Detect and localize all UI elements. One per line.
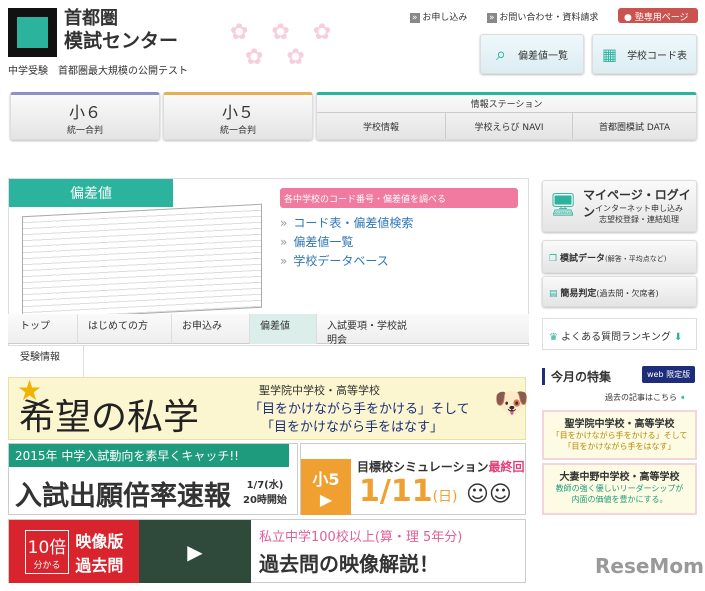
logo-line2: 模試センター <box>64 30 179 52</box>
nav-school-info[interactable]: 学校情報 <box>317 113 446 139</box>
past-articles-link[interactable]: 過去の記事はこちら ➧ <box>605 392 686 403</box>
nav-data[interactable]: 首都圏模試 DATA <box>573 113 696 139</box>
banner-video-past-exams[interactable]: 10倍 分かる 映像版 過去問 ▶ 私立中学100校以上(算・理 5年分) 過去問の… <box>8 519 526 583</box>
tab-apply[interactable]: お申込み <box>172 314 250 344</box>
exam-data-button[interactable]: ❐ 模試データ(解答・平均点など) <box>542 240 697 273</box>
banner-kibou-no-shigaku[interactable]: ★ 希望の私学 聖学院中学校・高等学校 「目をかけながら手をかける」そして 「目… <box>8 374 529 440</box>
banner-simulation[interactable]: 小5 ▶ 目標校シミュレーション最終回 1/11(日) ☺☺ <box>300 443 526 515</box>
web-badge: web 限定版 <box>642 366 696 383</box>
nav-school-navi[interactable]: 学校えらび NAVI <box>446 113 573 139</box>
logo-line1: 首都圏 <box>64 8 118 29</box>
smiley-icons: ☺☺ <box>466 482 512 507</box>
mypage-login-button[interactable]: 🖥 マイページ・ログイン インターネット申し込み 志望校登録・連結処理 <box>542 180 697 232</box>
dog-mascot: 🐶 <box>494 386 529 419</box>
link-school-db[interactable]: » 学校データベース <box>280 252 389 269</box>
video-thumbnail[interactable]: ▶ <box>139 520 251 583</box>
document-icon: ▤ <box>549 289 558 299</box>
crown-icon: ♛ <box>549 332 558 343</box>
faq-ranking-button[interactable]: ♛ よくある質問ランキング ⬇ <box>542 318 697 350</box>
nav-grade5[interactable]: 小５ 統一合判 <box>163 92 313 140</box>
tab-exam-news[interactable]: 受験情報 <box>10 345 84 377</box>
arrow-down-icon: ⬇ <box>674 332 683 343</box>
banner-application-rate[interactable]: 2015年 中学入試動向を素早くキャッチ!! 入試出願倍率速報 1/7(水) 20… <box>8 443 298 515</box>
tagline: 中学受験 首都圏最大規模の公開テスト <box>8 66 188 77</box>
pink-bar: 各中学校のコード番号・偏差値を調べる <box>280 188 518 208</box>
link-contact[interactable]: » お問い合わせ・資料請求 <box>487 10 598 23</box>
tab-beginners[interactable]: はじめての方 <box>78 314 172 344</box>
feature-heading: 今月の特集 <box>542 368 611 385</box>
document-image <box>22 203 262 321</box>
feature-card-seigakuin[interactable]: 聖学院中学校・高等学校 「目をかけながら手をかける」そして 「目をかけながら手をはな… <box>542 410 697 460</box>
search-icon: ⌕ <box>495 43 507 65</box>
grid-icon: ▦ <box>601 44 618 64</box>
documents-icon: ❐ <box>549 254 558 264</box>
link-code-search[interactable]: » コード表・偏差値検索 <box>280 214 413 231</box>
juku-page-button[interactable]: ● 塾専用ページ <box>618 8 698 23</box>
sakura-decoration: ✿ ✿ ✿ ✿ ✿ <box>230 20 340 70</box>
tab-top[interactable]: トップ <box>10 314 78 344</box>
resemom-watermark: ReseMom <box>595 554 704 578</box>
link-apply[interactable]: » お申し込み <box>410 10 467 23</box>
nav-grade6[interactable]: 小６ 統一合判 <box>10 92 160 140</box>
hensachi-list-button[interactable]: ⌕ 偏差値一覧 <box>480 34 584 74</box>
school-code-button[interactable]: ▦ 学校コード表 <box>592 34 697 74</box>
link-hensachi-list[interactable]: » 偏差値一覧 <box>280 233 353 250</box>
play-icon: ▶ <box>319 489 333 509</box>
logo-mark[interactable] <box>8 8 57 57</box>
feature-card-otsuma-nakano[interactable]: 大妻中野中学校・高等学校 教師の強く優しいリーダーシップが 内面の価値を豊かにする。 <box>542 463 697 515</box>
panel-title: 偏差値 <box>9 179 173 207</box>
nav-info-station: 情報ステーション 学校情報 学校えらび NAVI 首都圏模試 DATA <box>316 92 697 140</box>
monitor-icon: 🖥 <box>549 193 577 218</box>
tab-hensachi[interactable]: 偏差値 <box>250 314 317 344</box>
logo-text[interactable]: 首都圏 模試センター <box>64 8 178 52</box>
tab-exam-info[interactable]: 入試要項・学校説明会 <box>317 314 417 346</box>
simple-judge-button[interactable]: ▤ 簡易判定(過去問・欠席者) <box>542 276 697 307</box>
